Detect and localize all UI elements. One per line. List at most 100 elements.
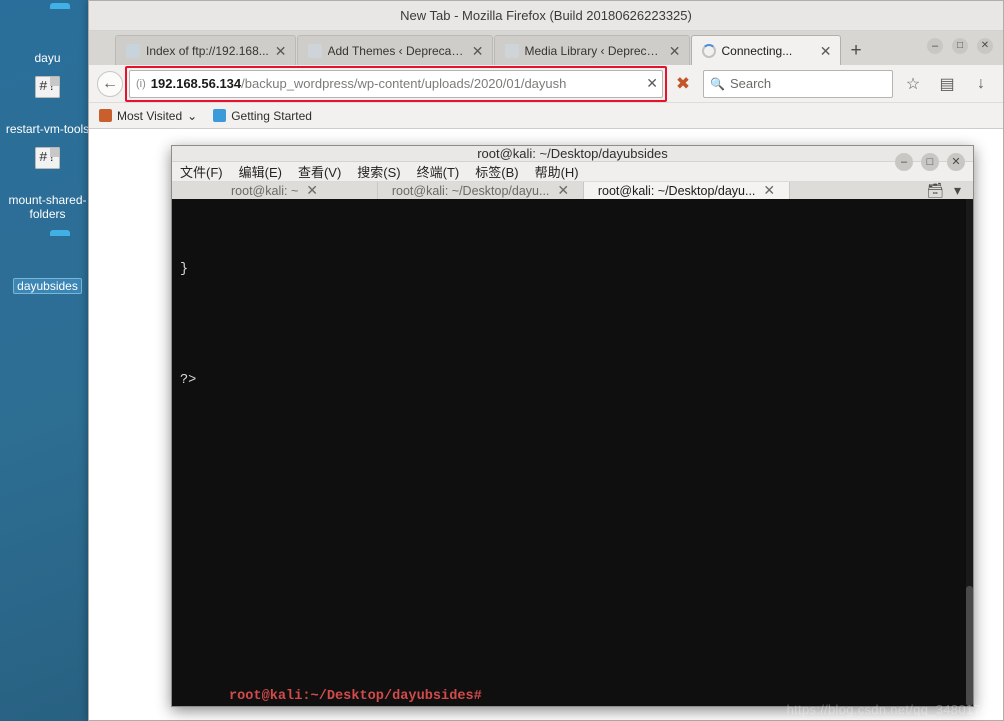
menu-file[interactable]: 文件(F) bbox=[180, 162, 223, 181]
shell-script-icon: #! bbox=[24, 147, 72, 190]
tab-label: root@kali: ~ bbox=[231, 183, 299, 198]
desktop-icon-restart-vm-tools[interactable]: #! restart-vm-tools bbox=[0, 76, 95, 136]
menu-edit[interactable]: 编辑(E) bbox=[239, 162, 282, 181]
terminal-text: ?> bbox=[180, 373, 197, 389]
new-tab-button[interactable]: + bbox=[842, 41, 871, 65]
desktop-icon-mount-shared-folders[interactable]: #! mount-shared-folders bbox=[0, 147, 95, 221]
close-button[interactable]: ✕ bbox=[977, 38, 993, 54]
maximize-button[interactable]: □ bbox=[921, 153, 939, 171]
tab-label: Add Themes ‹ Deprecate... bbox=[327, 43, 466, 58]
menu-help[interactable]: 帮助(H) bbox=[535, 162, 579, 181]
desktop-icon-label: dayubsides bbox=[13, 278, 82, 294]
desktop-icon-dayubsides[interactable]: dayubsides bbox=[0, 235, 95, 294]
bookmark-most-visited[interactable]: Most Visited ⌄ bbox=[99, 109, 197, 123]
search-placeholder: Search bbox=[729, 76, 772, 91]
terminal-text: } bbox=[180, 261, 189, 277]
chevron-down-icon: ⌄ bbox=[187, 108, 198, 123]
sidebar-icon[interactable]: ▤ bbox=[933, 71, 961, 97]
maximize-button[interactable]: □ bbox=[952, 38, 968, 54]
tab-close-icon[interactable]: ✕ bbox=[472, 44, 484, 58]
new-tab-icon[interactable]: 🗃 bbox=[926, 182, 944, 199]
terminal-tabbar-actions: 🗃 ▾ bbox=[914, 182, 973, 199]
desktop-icon-label: mount-shared-folders bbox=[8, 193, 87, 221]
chevron-down-icon[interactable]: ▾ bbox=[954, 182, 961, 199]
url-path: /backup_wordpress/wp-content/uploads/202… bbox=[241, 76, 567, 91]
downloads-icon[interactable]: ↓ bbox=[967, 71, 995, 97]
desktop-icon-list: dayu #! restart-vm-tools #! mount-shared… bbox=[0, 0, 95, 308]
tab-close-icon[interactable]: ✕ bbox=[275, 44, 287, 58]
firefox-tab-media-library[interactable]: Media Library ‹ Deprecate... ✕ bbox=[493, 35, 690, 65]
bookmark-star-icon[interactable]: ☆ bbox=[899, 71, 927, 97]
tab-label: Connecting... bbox=[721, 43, 793, 58]
minimize-button[interactable]: – bbox=[895, 153, 913, 171]
terminal-menubar: 文件(F) 编辑(E) 查看(V) 搜索(S) 终端(T) 标签(B) 帮助(H… bbox=[172, 162, 973, 182]
terminal-tab-dayubsides-1[interactable]: root@kali: ~/Desktop/dayu... ✕ bbox=[378, 182, 584, 199]
shell-script-icon: #! bbox=[24, 76, 72, 119]
terminal-prompt-line: root@kali:~/Desktop/dayubsides# bbox=[180, 670, 965, 704]
folder-icon bbox=[24, 235, 72, 275]
bookmarks-toolbar: Most Visited ⌄ Getting Started bbox=[89, 103, 1003, 129]
menu-view[interactable]: 查看(V) bbox=[298, 162, 341, 181]
desktop-icon-label: dayu bbox=[34, 51, 61, 65]
menu-terminal[interactable]: 终端(T) bbox=[417, 162, 460, 181]
terminal-tab-home[interactable]: root@kali: ~ ✕ bbox=[172, 182, 378, 199]
clear-url-icon[interactable]: ✕ bbox=[638, 75, 658, 92]
terminal-output[interactable]: } ?> root@kali:~/Desktop/dayubsides# roo… bbox=[172, 199, 973, 706]
bookmark-label: Most Visited bbox=[117, 108, 183, 123]
firefox-navigation-toolbar: ← (i) 192.168.56.134 /backup_wordpress/w… bbox=[89, 65, 1003, 103]
url-host: 192.168.56.134 bbox=[150, 76, 242, 91]
folder-icon bbox=[24, 8, 72, 48]
close-button[interactable]: ✕ bbox=[947, 153, 965, 171]
desktop-icon-label: restart-vm-tools bbox=[5, 122, 90, 136]
tab-label: root@kali: ~/Desktop/dayu... bbox=[597, 183, 756, 198]
terminal-line: } bbox=[180, 261, 965, 280]
terminal-line: ?> bbox=[180, 372, 965, 391]
desktop-icon-dayu[interactable]: dayu bbox=[0, 8, 95, 65]
terminal-titlebar: root@kali: ~/Desktop/dayubsides – □ ✕ bbox=[172, 146, 973, 171]
terminal-scrollbar[interactable] bbox=[966, 199, 973, 706]
address-bar[interactable]: (i) 192.168.56.134 /backup_wordpress/wp-… bbox=[129, 69, 663, 98]
terminal-window: root@kali: ~/Desktop/dayubsides – □ ✕ 文件… bbox=[171, 145, 974, 707]
firefox-titlebar: New Tab - Mozilla Firefox (Build 2018062… bbox=[89, 1, 1003, 31]
search-bar[interactable]: 🔍 Search bbox=[703, 69, 893, 98]
minimize-button[interactable]: – bbox=[927, 38, 943, 54]
terminal-prompt-path: :~/Desktop/dayubsides# bbox=[302, 689, 482, 705]
back-icon[interactable]: ← bbox=[97, 70, 123, 97]
address-bar-container: (i) 192.168.56.134 /backup_wordpress/wp-… bbox=[125, 65, 667, 102]
terminal-prompt-user: root@kali bbox=[228, 689, 303, 705]
bookmark-folder-icon bbox=[99, 109, 112, 122]
reload-stop-icon[interactable]: ✖ bbox=[669, 71, 697, 97]
firefox-window-title: New Tab - Mozilla Firefox (Build 2018062… bbox=[400, 8, 692, 23]
firefox-tab-add-themes[interactable]: Add Themes ‹ Deprecate... ✕ bbox=[296, 35, 493, 65]
terminal-tabbar: root@kali: ~ ✕ root@kali: ~/Desktop/dayu… bbox=[172, 182, 973, 199]
tab-close-icon[interactable]: ✕ bbox=[763, 182, 775, 199]
wordpress-icon bbox=[504, 43, 519, 58]
tab-close-icon[interactable]: ✕ bbox=[820, 44, 832, 58]
menu-search[interactable]: 搜索(S) bbox=[357, 162, 400, 181]
firefox-tab-ftp-index[interactable]: Index of ftp://192.168... ✕ bbox=[115, 35, 296, 65]
bookmark-getting-started[interactable]: Getting Started bbox=[213, 109, 312, 123]
firefox-tab-connecting[interactable]: Connecting... ✕ bbox=[690, 35, 841, 65]
watermark-text: https://blog.csdn.net/qq_34801748 bbox=[786, 702, 996, 717]
terminal-tab-dayubsides-2[interactable]: root@kali: ~/Desktop/dayu... ✕ bbox=[584, 182, 790, 199]
wordpress-icon bbox=[307, 43, 322, 58]
tab-close-icon[interactable]: ✕ bbox=[306, 182, 318, 199]
tab-close-icon[interactable]: ✕ bbox=[669, 44, 681, 58]
tab-label: root@kali: ~/Desktop/dayu... bbox=[391, 183, 550, 198]
tab-close-icon[interactable]: ✕ bbox=[557, 182, 569, 199]
search-icon: 🔍 bbox=[710, 76, 725, 91]
tab-label: Media Library ‹ Deprecate... bbox=[524, 43, 663, 58]
scrollbar-thumb[interactable] bbox=[966, 586, 973, 706]
terminal-window-title: root@kali: ~/Desktop/dayubsides bbox=[477, 146, 668, 161]
bookmark-label: Getting Started bbox=[231, 108, 312, 123]
terminal-window-buttons: – □ ✕ bbox=[895, 153, 965, 171]
firefox-window-buttons: – □ ✕ bbox=[927, 38, 993, 54]
identity-icon[interactable]: (i) bbox=[136, 78, 146, 90]
menu-tabs[interactable]: 标签(B) bbox=[475, 162, 518, 181]
tab-label: Index of ftp://192.168... bbox=[146, 43, 269, 58]
